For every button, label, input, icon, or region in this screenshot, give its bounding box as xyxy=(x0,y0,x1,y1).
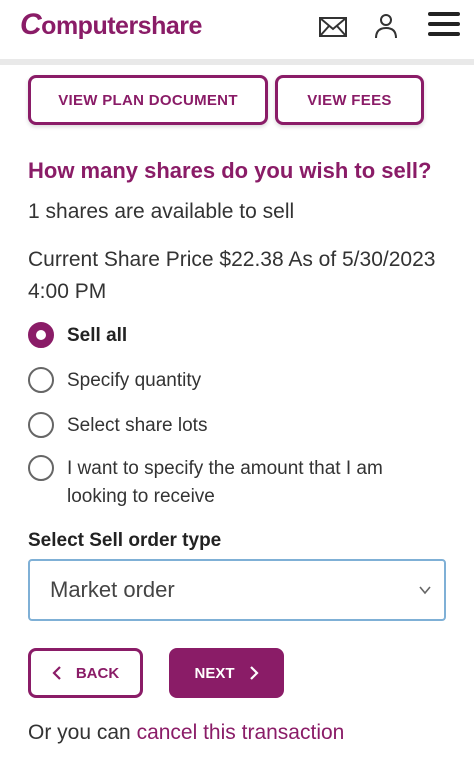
shares-available-text: 1 shares are available to sell xyxy=(28,200,295,223)
option-specify-amount[interactable]: I want to specify the amount that I am l… xyxy=(28,455,437,511)
radio-button[interactable] xyxy=(28,367,54,393)
menu-bar xyxy=(428,12,460,16)
option-specify-quantity[interactable]: Specify quantity xyxy=(28,367,437,395)
view-fees-button[interactable]: VIEW FEES xyxy=(275,75,424,125)
current-share-price-text: Current Share Price $22.38 As of 5/30/20… xyxy=(28,248,436,303)
order-type-label: Select Sell order type xyxy=(28,530,222,551)
option-label: Sell all xyxy=(67,325,128,346)
option-select-share-lots[interactable]: Select share lots xyxy=(28,412,437,440)
chevron-right-icon xyxy=(249,666,259,680)
order-type-value: Market order xyxy=(50,577,175,602)
back-label: BACK xyxy=(75,664,120,682)
chevron-down-icon xyxy=(419,586,431,595)
app-header: Computershare xyxy=(0,0,474,56)
option-label: Select share lots xyxy=(67,415,208,436)
option-label: I want to specify the amount that I am l… xyxy=(67,458,383,507)
radio-button[interactable] xyxy=(28,455,54,481)
radio-button[interactable] xyxy=(28,412,54,438)
menu-icon[interactable] xyxy=(428,12,460,38)
user-icon[interactable] xyxy=(373,12,399,42)
radio-button-selected[interactable] xyxy=(28,322,54,348)
option-label: Specify quantity xyxy=(67,370,202,391)
menu-bar xyxy=(428,22,460,26)
cancel-prefix: Or you can xyxy=(28,721,137,744)
order-type-select[interactable]: Market order xyxy=(28,559,446,621)
next-button[interactable]: NEXT xyxy=(169,648,284,698)
option-sell-all[interactable]: Sell all xyxy=(28,322,437,350)
cancel-text: Or you can cancel this transaction xyxy=(28,721,344,745)
next-label: NEXT xyxy=(194,664,235,682)
mail-icon[interactable] xyxy=(318,12,348,42)
back-button[interactable]: BACK xyxy=(28,648,143,698)
header-divider xyxy=(0,59,474,65)
view-plan-document-button[interactable]: VIEW PLAN DOCUMENT xyxy=(28,75,268,125)
chevron-left-icon xyxy=(52,666,61,680)
cancel-transaction-link[interactable]: cancel this transaction xyxy=(137,721,345,744)
computershare-logo[interactable]: Computershare xyxy=(20,8,202,42)
page-question: How many shares do you wish to sell? xyxy=(28,158,432,183)
menu-bar xyxy=(428,32,460,36)
